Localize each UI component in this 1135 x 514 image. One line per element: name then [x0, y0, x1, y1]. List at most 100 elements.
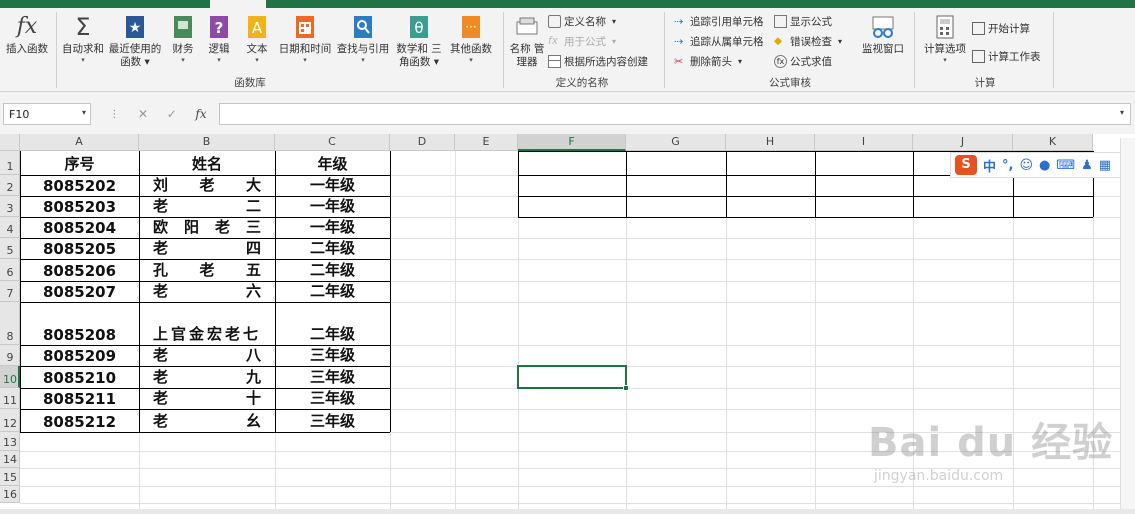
cell-name[interactable]: 欧阳老三: [139, 217, 275, 238]
row-header-3[interactable]: 3: [0, 196, 20, 217]
column-header-k[interactable]: K: [1013, 134, 1093, 151]
cell-grade[interactable]: 三年级: [275, 366, 390, 388]
cell-grade[interactable]: 二年级: [275, 281, 390, 302]
cell-name[interactable]: 孔老五: [139, 259, 275, 281]
ime-punct-toggle[interactable]: °,: [1002, 158, 1013, 173]
header-cell-id[interactable]: 序号: [20, 151, 139, 175]
trace-precedents-button[interactable]: ⇢ 追踪引用单元格: [674, 13, 764, 29]
create-from-selection-button[interactable]: 根据所选内容创建: [548, 53, 648, 69]
row-header-9[interactable]: 9: [0, 345, 20, 366]
cell-grade[interactable]: 二年级: [275, 238, 390, 259]
cell-grade[interactable]: 一年级: [275, 196, 390, 217]
define-name-button[interactable]: 定义名称 ▾: [548, 13, 616, 29]
ime-lang-toggle[interactable]: 中: [983, 156, 996, 175]
cell-id[interactable]: 8085203: [20, 196, 139, 217]
keyboard-icon[interactable]: ⌨: [1056, 158, 1075, 173]
column-header-a[interactable]: A: [20, 134, 139, 151]
column-header-d[interactable]: D: [390, 134, 455, 151]
cell-id[interactable]: 8085212: [20, 409, 139, 432]
cell-grade[interactable]: 三年级: [275, 388, 390, 409]
insert-function-button[interactable]: fx 插入函数: [4, 14, 50, 56]
calc-sheet-button[interactable]: 计算工作表: [972, 48, 1041, 64]
trace-dependents-button[interactable]: ⇢ 追踪从属单元格: [674, 33, 764, 49]
header-cell-grade[interactable]: 年级: [275, 151, 390, 175]
row-header-14[interactable]: 14: [0, 451, 20, 468]
header-cell-name[interactable]: 姓名: [139, 151, 275, 175]
show-formulas-button[interactable]: 显示公式: [774, 13, 832, 29]
cell-id[interactable]: 8085205: [20, 238, 139, 259]
row-header-15[interactable]: 15: [0, 468, 20, 486]
cell-id[interactable]: 8085207: [20, 281, 139, 302]
row-header-10[interactable]: 10: [0, 366, 20, 388]
cell-name[interactable]: 老八: [139, 345, 275, 366]
vertical-scrollbar[interactable]: [1120, 138, 1135, 509]
toolbox-icon[interactable]: ▦: [1099, 158, 1111, 173]
math-trig-button[interactable]: θ 数学和 三角函数 ▾: [394, 14, 444, 69]
cancel-icon[interactable]: ✕: [138, 107, 148, 121]
text-functions-button[interactable]: A 文本 ▾: [240, 14, 274, 64]
fill-handle[interactable]: [623, 385, 629, 391]
name-manager-button[interactable]: 名称 管理器: [508, 14, 546, 69]
watch-window-button[interactable]: 监视窗口: [860, 14, 906, 56]
row-header-11[interactable]: 11: [0, 388, 20, 409]
column-header-g[interactable]: G: [626, 134, 726, 151]
cell-name[interactable]: 上官金宏老七: [139, 302, 275, 345]
more-functions-button[interactable]: ··· 其他函数 ▾: [446, 14, 496, 64]
cell-name[interactable]: 刘老大: [139, 175, 275, 196]
cell-grade[interactable]: 三年级: [275, 409, 390, 432]
microphone-icon[interactable]: ●: [1039, 158, 1050, 173]
column-header-i[interactable]: I: [815, 134, 913, 151]
active-cell-selection[interactable]: [517, 365, 629, 391]
formula-input[interactable]: ▾: [219, 103, 1131, 125]
row-header-1[interactable]: 1: [0, 151, 20, 175]
datetime-button[interactable]: 日期和时间 ▾: [276, 14, 334, 64]
sogou-logo-icon[interactable]: S: [955, 155, 977, 175]
cell-grade[interactable]: 一年级: [275, 175, 390, 196]
cell-grade[interactable]: 二年级: [275, 259, 390, 281]
column-header-h[interactable]: H: [726, 134, 815, 151]
cell-id[interactable]: 8085210: [20, 366, 139, 388]
cell-grade[interactable]: 三年级: [275, 345, 390, 366]
cell-id[interactable]: 8085202: [20, 175, 139, 196]
column-header-f[interactable]: F: [518, 134, 626, 151]
column-header-e[interactable]: E: [455, 134, 518, 151]
insert-function-icon[interactable]: fx: [195, 107, 206, 121]
cell-id[interactable]: 8085204: [20, 217, 139, 238]
calc-now-button[interactable]: 开始计算: [972, 20, 1030, 36]
cell-name[interactable]: 老幺: [139, 409, 275, 432]
row-header-4[interactable]: 4: [0, 217, 20, 238]
skin-icon[interactable]: ♟: [1081, 158, 1093, 173]
row-header-12[interactable]: 12: [0, 409, 20, 432]
cell-grade[interactable]: 一年级: [275, 217, 390, 238]
cell-id[interactable]: 8085208: [20, 302, 139, 345]
calc-options-button[interactable]: 计算选项 ▾: [920, 14, 970, 64]
column-header-c[interactable]: C: [275, 134, 390, 151]
select-all-corner[interactable]: [0, 134, 20, 151]
cell-name[interactable]: 老四: [139, 238, 275, 259]
column-header-b[interactable]: B: [139, 134, 275, 151]
cell-grade[interactable]: 二年级: [275, 302, 390, 345]
cell-name[interactable]: 老六: [139, 281, 275, 302]
autosum-button[interactable]: Σ 自动求和 ▾: [60, 14, 106, 64]
column-header-j[interactable]: J: [913, 134, 1013, 151]
row-header-5[interactable]: 5: [0, 238, 20, 259]
logical-button[interactable]: ? 逻辑 ▾: [202, 14, 236, 64]
financial-button[interactable]: 财务 ▾: [166, 14, 200, 64]
row-header-13[interactable]: 13: [0, 432, 20, 451]
enter-icon[interactable]: ✓: [167, 107, 177, 121]
remove-arrows-button[interactable]: ✂ 删除箭头 ▾: [674, 53, 742, 69]
use-in-formula-button[interactable]: fx 用于公式 ▾: [548, 33, 616, 49]
row-header-7[interactable]: 7: [0, 281, 20, 302]
cell-id[interactable]: 8085211: [20, 388, 139, 409]
recent-functions-button[interactable]: ★ 最近使用的 函数 ▾: [106, 14, 164, 69]
row-header-2[interactable]: 2: [0, 175, 20, 196]
horizontal-scrollbar[interactable]: [0, 509, 1135, 514]
lookup-button[interactable]: 查找与引用 ▾: [334, 14, 392, 64]
cell-name[interactable]: 老九: [139, 366, 275, 388]
emoji-icon[interactable]: ☺: [1019, 158, 1033, 173]
cell-name[interactable]: 老二: [139, 196, 275, 217]
row-header-8[interactable]: 8: [0, 302, 20, 345]
row-header-16[interactable]: 16: [0, 486, 20, 503]
cell-id[interactable]: 8085209: [20, 345, 139, 366]
cell-id[interactable]: 8085206: [20, 259, 139, 281]
